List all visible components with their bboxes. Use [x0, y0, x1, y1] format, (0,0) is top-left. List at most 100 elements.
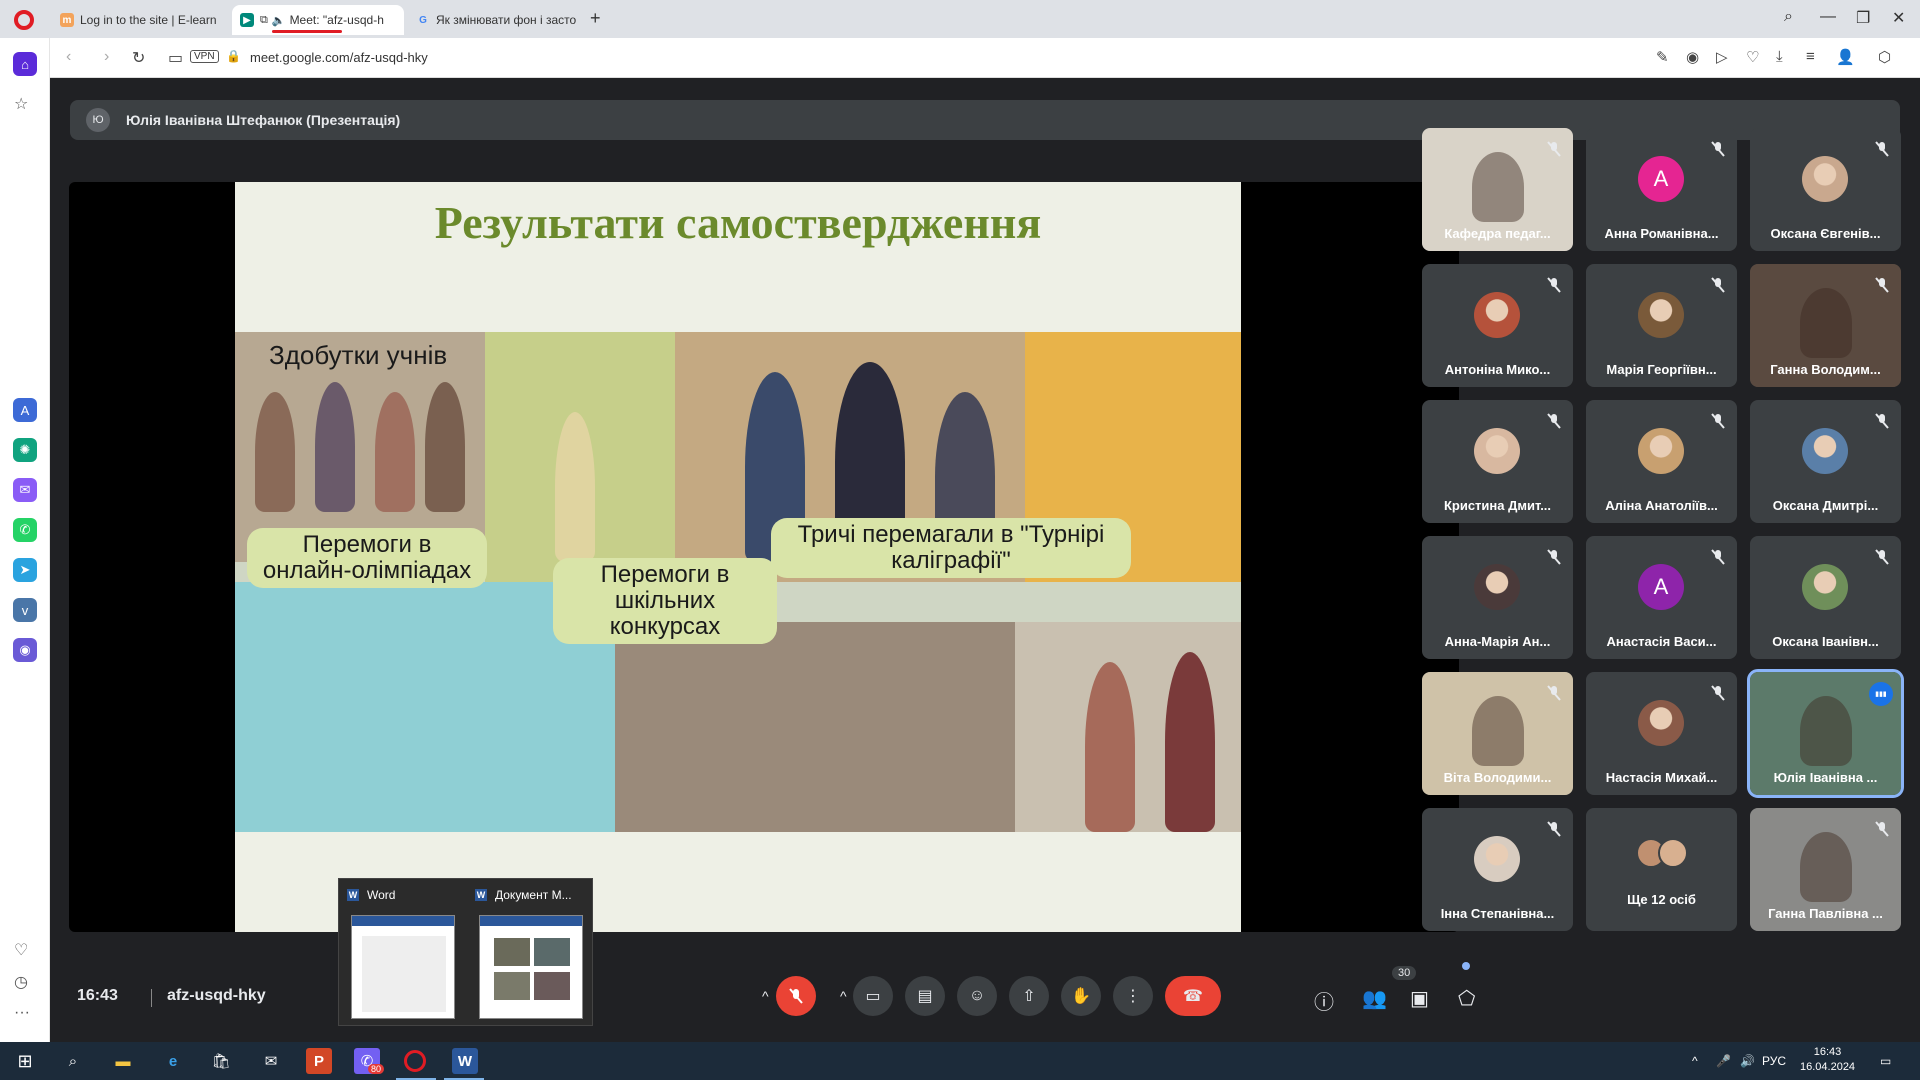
tab-elearning[interactable]: m Log in to the site | E-learn	[52, 5, 222, 35]
forward-button[interactable]: ›	[104, 48, 109, 66]
participant-tile[interactable]: Анна-Марія Ан...	[1422, 536, 1573, 659]
label-achievements: Здобутки учнів	[269, 340, 448, 370]
telegram-icon[interactable]: ➤	[13, 558, 37, 582]
heart-sidebar-icon[interactable]: ♡	[14, 940, 28, 960]
participant-tile[interactable]: Аліна Анатоліїв...	[1586, 400, 1737, 523]
participant-tile[interactable]: Ганна Володим...	[1750, 264, 1901, 387]
edit-icon[interactable]: ✎	[1656, 48, 1669, 66]
activities-icon[interactable]: ⬠	[1458, 986, 1475, 1011]
preview-word-window[interactable]: W Word	[347, 887, 457, 1019]
close-window-button[interactable]: ✕	[1892, 8, 1905, 28]
restore-button[interactable]: ❐	[1856, 8, 1870, 28]
tab-audio-indicator	[272, 30, 342, 33]
participant-name: Інна Степанівна...	[1440, 906, 1555, 921]
mic-muted-icon	[1875, 141, 1889, 157]
menu-icon[interactable]: ≡	[1806, 48, 1815, 65]
download-icon[interactable]: ⤓	[1776, 48, 1783, 65]
present-button[interactable]: ⇧	[1009, 976, 1049, 1016]
store-icon[interactable]: 🛍	[208, 1048, 234, 1074]
camera-indicator-icon[interactable]: ▭	[168, 48, 183, 68]
participant-tile[interactable]: ▮▮▮ Юлія Іванівна ...	[1747, 669, 1904, 798]
participant-tile[interactable]: Віта Володими...	[1422, 672, 1573, 795]
participant-name: Ганна Павлівна ...	[1768, 906, 1883, 921]
mic-off-button[interactable]	[776, 976, 816, 1016]
audio-icon: 🔈	[271, 14, 286, 27]
participant-avatar	[1638, 292, 1684, 338]
participant-name: Ще 12 осіб	[1627, 892, 1696, 907]
participant-tile[interactable]: Антоніна Мико...	[1422, 264, 1573, 387]
thumb-image	[494, 972, 530, 1000]
more-sidebar-icon[interactable]: ···	[14, 1004, 30, 1022]
more-options-button[interactable]: ⋮	[1113, 976, 1153, 1016]
chatgpt-icon[interactable]: ✺	[13, 438, 37, 462]
chat-icon[interactable]: ▣	[1410, 986, 1429, 1011]
participant-tile[interactable]: Марія Георгіївн...	[1586, 264, 1737, 387]
opera-logo-icon[interactable]	[14, 10, 34, 30]
heart-icon[interactable]: ♡	[1746, 48, 1759, 66]
profile-icon[interactable]: 👤	[1836, 48, 1855, 66]
preview-document-window[interactable]: W Документ М...	[475, 887, 585, 1019]
captions-button[interactable]: ▤	[905, 976, 945, 1016]
url-field[interactable]: meet.google.com/afz-usqd-hky	[250, 50, 428, 65]
home-icon[interactable]: ⌂	[13, 52, 37, 76]
notifications-icon[interactable]: ▭	[1880, 1054, 1891, 1068]
participant-tile[interactable]: Оксана Євгенів...	[1750, 128, 1901, 251]
reload-button[interactable]: ↻	[132, 48, 145, 68]
messenger-icon[interactable]: ✉	[13, 478, 37, 502]
edge-icon[interactable]: e	[160, 1048, 186, 1074]
history-icon[interactable]: ◷	[14, 972, 28, 992]
search-icon[interactable]: ⌕	[60, 1048, 86, 1074]
participant-tile[interactable]: Ще 12 осіб	[1586, 808, 1737, 931]
lock-icon[interactable]: 🔒	[226, 49, 241, 63]
people-icon[interactable]: 👥	[1362, 986, 1387, 1011]
bookmarks-star-icon[interactable]: ☆	[14, 94, 28, 114]
raise-hand-button[interactable]: ✋	[1061, 976, 1101, 1016]
minimize-button[interactable]: —	[1820, 8, 1836, 26]
audio-options-caret-icon[interactable]: ^	[762, 988, 769, 1004]
opera-sidebar: ⌂ ☆ A ✺ ✉ ✆ ➤ v ◉ ♡ ◷ ···	[0, 38, 50, 1042]
search-tabs-icon[interactable]: ⌕	[1784, 8, 1793, 26]
tray-overflow-icon[interactable]: ^	[1692, 1054, 1698, 1068]
participant-tile[interactable]: Оксана Іванівн...	[1750, 536, 1901, 659]
whatsapp-icon[interactable]: ✆	[13, 518, 37, 542]
reactions-button[interactable]: ☺	[957, 976, 997, 1016]
presenter-label: Юлія Іванівна Штефанюк (Презентація)	[126, 112, 401, 128]
player-icon[interactable]: ▷	[1716, 48, 1728, 66]
video-options-caret-icon[interactable]: ^	[840, 988, 847, 1004]
new-tab-button[interactable]: +	[590, 8, 601, 29]
participant-tile[interactable]: А Анна Романівна...	[1586, 128, 1737, 251]
tab-google-search[interactable]: G Як змінювати фон і засто	[408, 5, 580, 35]
camera-button[interactable]: ▭	[853, 976, 893, 1016]
vk-icon[interactable]: v	[13, 598, 37, 622]
file-explorer-icon[interactable]: ▬	[110, 1048, 136, 1074]
back-button[interactable]: ‹	[66, 48, 71, 66]
leave-call-button[interactable]: ☎	[1165, 976, 1221, 1016]
mic-muted-icon	[1875, 549, 1889, 565]
windows-start-icon[interactable]: ⊞	[12, 1048, 38, 1074]
participant-tile[interactable]: Ганна Павлівна ...	[1750, 808, 1901, 931]
participant-tile[interactable]: Оксана Дмитрі...	[1750, 400, 1901, 523]
extensions-icon[interactable]: ⬡	[1878, 48, 1891, 66]
vpn-badge[interactable]: VPN	[190, 50, 219, 63]
aria-icon[interactable]: A	[13, 398, 37, 422]
powerpoint-icon[interactable]: P	[306, 1048, 332, 1074]
snapshot-icon[interactable]: ◉	[1686, 48, 1699, 66]
microphone-tray-icon[interactable]: 🎤	[1716, 1054, 1731, 1068]
volume-tray-icon[interactable]: 🔊	[1740, 1054, 1755, 1068]
participant-tile[interactable]: Кристина Дмит...	[1422, 400, 1573, 523]
system-clock[interactable]: 16:43 16.04.2024	[1800, 1045, 1855, 1075]
participant-tile[interactable]: Інна Степанівна...	[1422, 808, 1573, 931]
discord-icon[interactable]: ◉	[13, 638, 37, 662]
tab-meet[interactable]: ▶ ⧉ 🔈 Meet: "afz-usqd-h	[232, 5, 404, 35]
participant-tile[interactable]: Кафедра педаг...	[1422, 128, 1573, 251]
mic-muted-icon	[1875, 821, 1889, 837]
opera-taskbar-icon[interactable]	[404, 1050, 426, 1072]
presentation-stage[interactable]: Результати самоствердження Здобутки учні…	[69, 182, 1459, 932]
participant-tile[interactable]: Настасія Михай...	[1586, 672, 1737, 795]
mail-icon[interactable]: ✉	[258, 1048, 284, 1074]
participant-avatar	[1638, 700, 1684, 746]
participant-tile[interactable]: А Анастасія Васи...	[1586, 536, 1737, 659]
word-taskbar-icon[interactable]: W	[452, 1048, 478, 1074]
language-indicator[interactable]: РУС	[1762, 1054, 1786, 1068]
meeting-info-icon[interactable]: ⓘ	[1314, 986, 1334, 1015]
